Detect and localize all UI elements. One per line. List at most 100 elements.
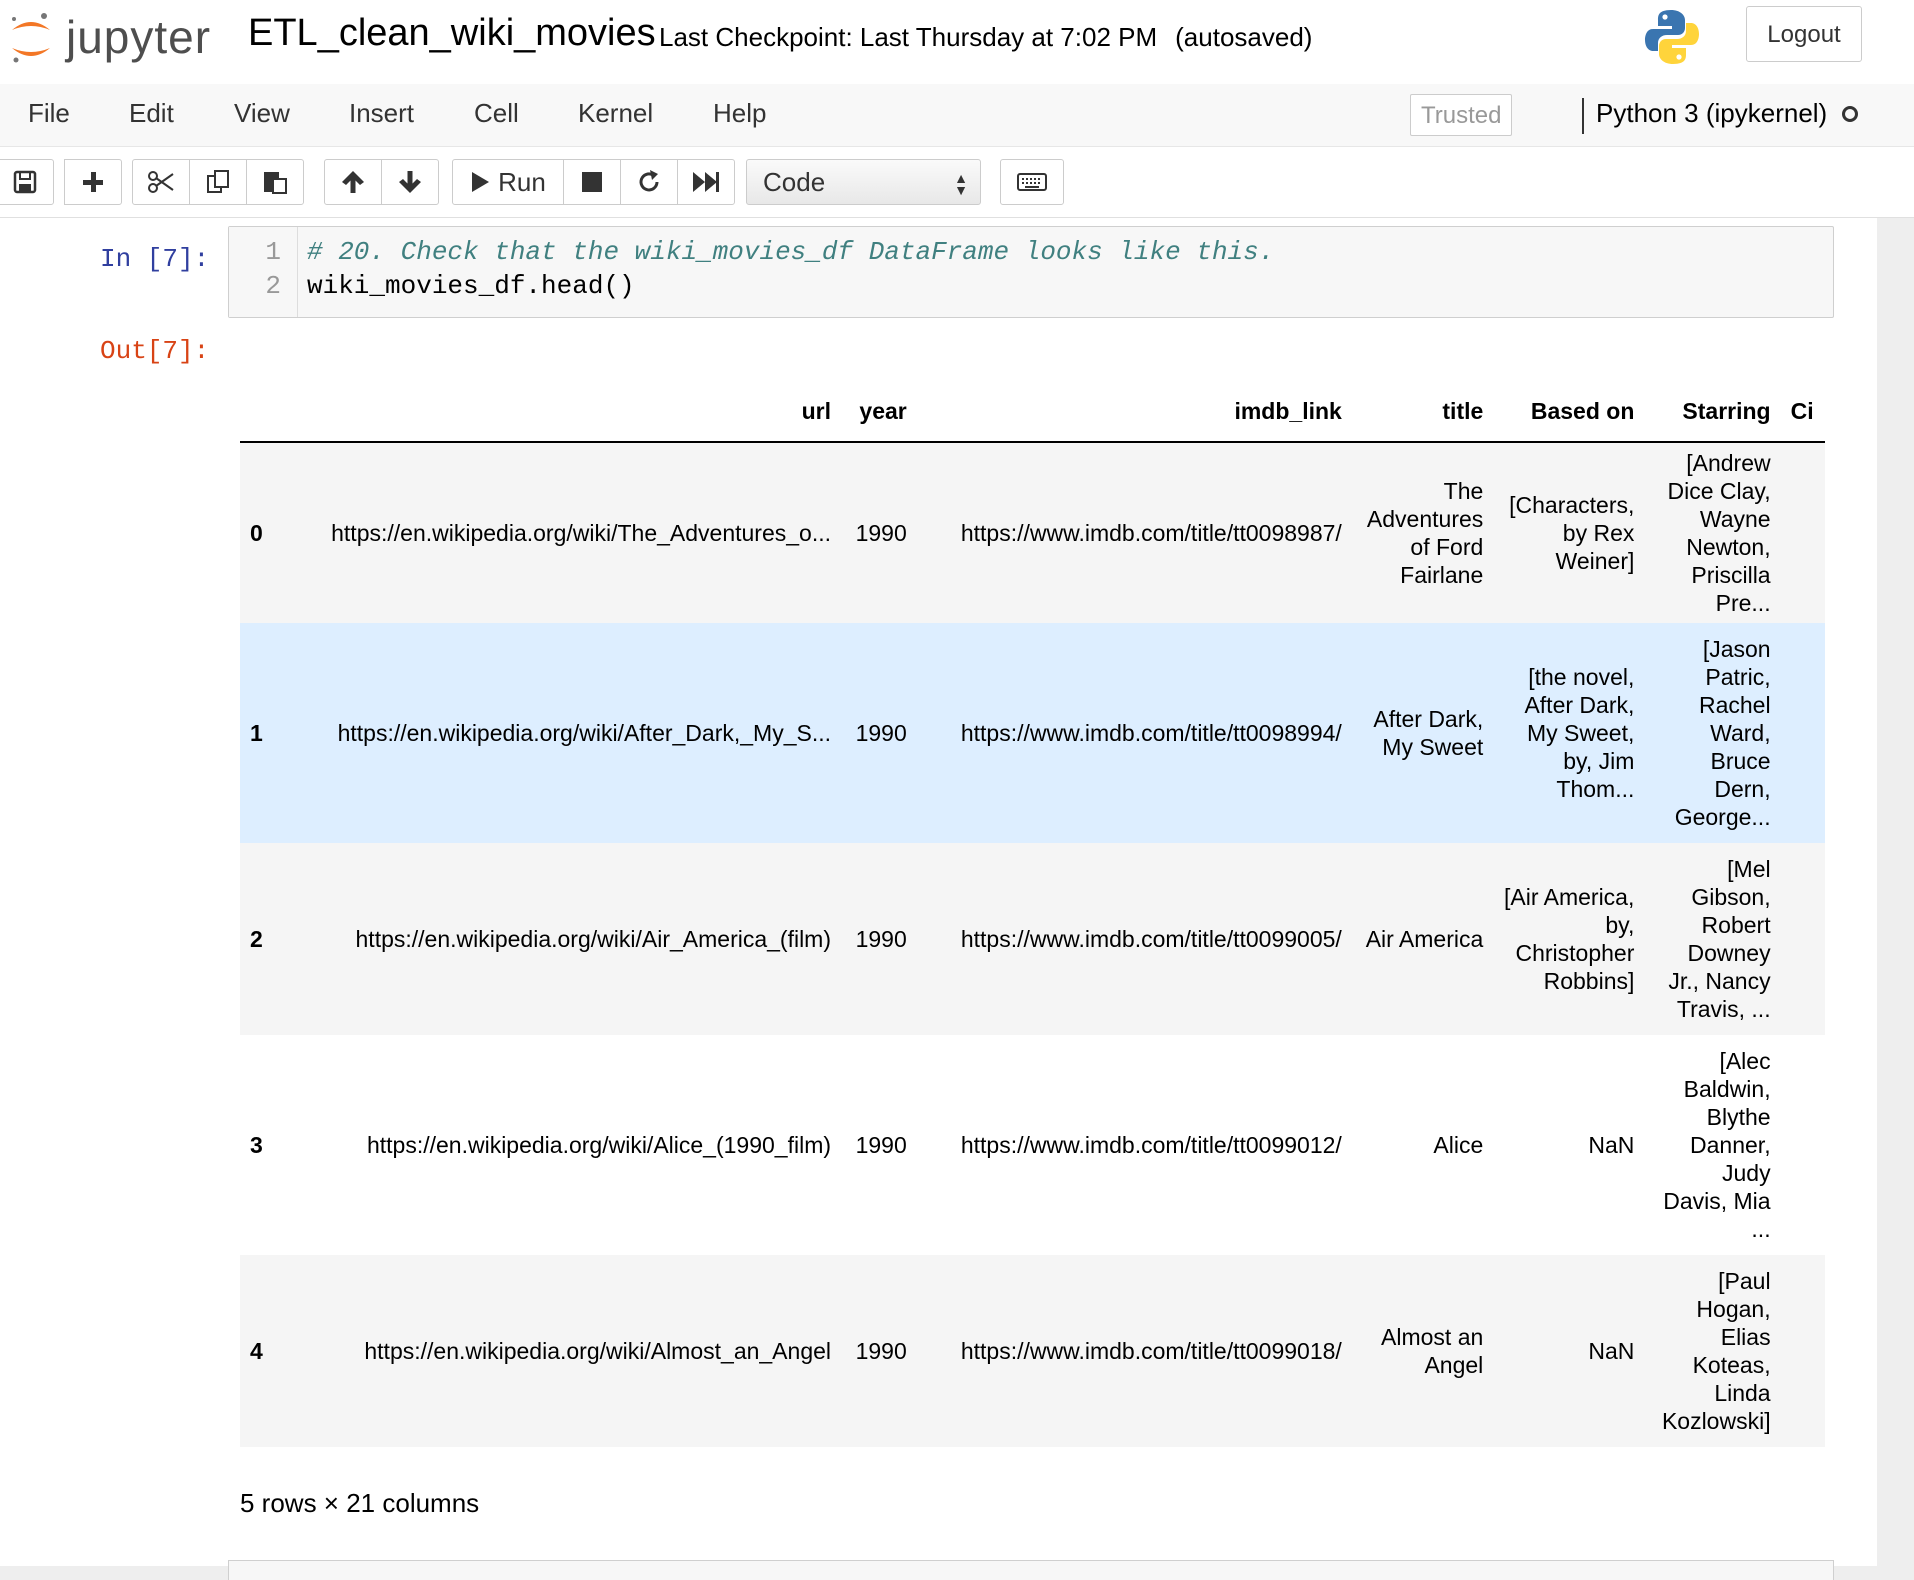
kernel-name[interactable]: Python 3 (ipykernel) bbox=[1596, 98, 1827, 129]
scissors-icon bbox=[148, 171, 174, 193]
cell-based-on: [Air America, by, Christopher Robbins] bbox=[1504, 884, 1635, 994]
table-header-row: url year imdb_link title Based on Starri… bbox=[240, 366, 1825, 443]
menu-file[interactable]: File bbox=[28, 98, 70, 129]
menu-kernel[interactable]: Kernel bbox=[578, 98, 653, 129]
save-group bbox=[0, 159, 54, 205]
scrollbar[interactable] bbox=[1877, 218, 1914, 1566]
move-group bbox=[324, 159, 439, 205]
table-row: 0 https://en.wikipedia.org/wiki/The_Adve… bbox=[240, 442, 1825, 623]
cell-type-select[interactable]: Code ▲ ▼ bbox=[746, 159, 981, 205]
cell-url: https://en.wikipedia.org/wiki/The_Advent… bbox=[331, 520, 832, 546]
restart-run-all-button[interactable] bbox=[677, 159, 735, 205]
logo-text: jupyter bbox=[66, 11, 212, 63]
cell-imdb-link: https://www.imdb.com/title/tt0099005/ bbox=[960, 926, 1342, 952]
header: jupyter ETL_clean_wiki_movies Last Check… bbox=[0, 0, 1914, 85]
run-label: Run bbox=[498, 166, 546, 197]
checkpoint-status: Last Checkpoint: Last Thursday at 7:02 P… bbox=[659, 22, 1312, 53]
cell-url: https://en.wikipedia.org/wiki/After_Dark… bbox=[337, 720, 832, 746]
trusted-indicator[interactable]: Trusted bbox=[1410, 94, 1513, 136]
insert-group bbox=[64, 159, 122, 205]
cell-starring: [Andrew Dice Clay, Wayne Newton, Priscil… bbox=[1667, 450, 1771, 616]
cell-starring: [Mel Gibson, Robert Downey Jr., Nancy Tr… bbox=[1668, 856, 1771, 1022]
cell-ci bbox=[1781, 1035, 1825, 1255]
logout-button[interactable]: Logout bbox=[1746, 6, 1862, 62]
column-header-title: title bbox=[1351, 366, 1494, 443]
dataframe-shape-summary: 5 rows × 21 columns bbox=[240, 1488, 480, 1518]
notebook-name[interactable]: ETL_clean_wiki_movies bbox=[248, 12, 656, 55]
line-number-gutter: 1 2 bbox=[229, 227, 298, 317]
next-cell[interactable] bbox=[228, 1560, 1834, 1580]
code-editor[interactable]: 1 2 # 20. Check that the wiki_movies_df … bbox=[228, 226, 1834, 318]
menubar: File Edit View Insert Cell Kernel Help T… bbox=[0, 84, 1914, 147]
cut-button[interactable] bbox=[132, 159, 190, 205]
cell-year: 1990 bbox=[855, 1338, 907, 1364]
cell-url: https://en.wikipedia.org/wiki/Air_Americ… bbox=[355, 926, 832, 952]
cell-ci bbox=[1781, 1255, 1825, 1447]
column-header-index bbox=[240, 366, 278, 443]
cell-ci bbox=[1781, 442, 1825, 623]
copy-button[interactable] bbox=[189, 159, 247, 205]
cell-ci bbox=[1781, 623, 1825, 843]
cell-ci bbox=[1781, 843, 1825, 1035]
cell-url: https://en.wikipedia.org/wiki/Almost_an_… bbox=[364, 1338, 832, 1364]
menu-view[interactable]: View bbox=[234, 98, 290, 129]
move-down-button[interactable] bbox=[381, 159, 439, 205]
cell-based-on: NaN bbox=[1588, 1338, 1635, 1364]
paste-icon bbox=[264, 172, 287, 194]
python-logo-icon bbox=[1645, 10, 1699, 64]
jupyter-logo-icon bbox=[12, 13, 50, 63]
column-header-year: year bbox=[841, 366, 917, 443]
output-prompt: Out[7]: bbox=[100, 336, 210, 366]
select-arrows-icon: ▲ ▼ bbox=[954, 170, 968, 198]
command-palette-button[interactable] bbox=[1000, 159, 1064, 205]
column-header-based-on: Based on bbox=[1493, 366, 1645, 443]
cell-year: 1990 bbox=[855, 926, 907, 952]
cell-based-on: NaN bbox=[1588, 1132, 1635, 1158]
save-button[interactable] bbox=[0, 159, 54, 205]
kernel-idle-icon bbox=[1842, 106, 1858, 122]
cell-imdb-link: https://www.imdb.com/title/tt0099018/ bbox=[960, 1338, 1342, 1364]
cell-starring: [Alec Baldwin, Blythe Danner, Judy Davis… bbox=[1663, 1048, 1771, 1242]
arrow-down-icon bbox=[399, 171, 421, 193]
jupyter-logo[interactable]: jupyter bbox=[8, 6, 228, 66]
column-header-url: url bbox=[277, 366, 842, 443]
move-up-button[interactable] bbox=[324, 159, 382, 205]
cell-title: Almost an Angel bbox=[1381, 1324, 1484, 1378]
dataframe-output: url year imdb_link title Based on Starri… bbox=[240, 366, 1825, 1458]
restart-button[interactable] bbox=[620, 159, 678, 205]
cell-starring: [Paul Hogan, Elias Koteas, Linda Kozlows… bbox=[1661, 1268, 1771, 1434]
table-row: 3 https://en.wikipedia.org/wiki/Alice_(1… bbox=[240, 1035, 1825, 1255]
menu-help[interactable]: Help bbox=[713, 98, 766, 129]
paste-button[interactable] bbox=[246, 159, 304, 205]
copy-icon bbox=[207, 170, 229, 193]
cell-imdb-link: https://www.imdb.com/title/tt0099012/ bbox=[960, 1132, 1342, 1158]
row-index: 1 bbox=[250, 720, 263, 746]
run-button[interactable]: Run bbox=[452, 159, 564, 205]
cell-title: After Dark, My Sweet bbox=[1373, 706, 1484, 760]
edit-group bbox=[132, 159, 304, 205]
row-index: 3 bbox=[250, 1132, 263, 1158]
cell-imdb-link: https://www.imdb.com/title/tt0098987/ bbox=[960, 520, 1342, 546]
row-index: 2 bbox=[250, 926, 263, 952]
line-number: 2 bbox=[265, 271, 281, 301]
play-icon bbox=[472, 172, 490, 192]
column-header-ci: Ci bbox=[1780, 366, 1825, 443]
cell-based-on: [Characters, by Rex Weiner] bbox=[1509, 492, 1635, 574]
stop-icon bbox=[582, 172, 602, 192]
insert-cell-button[interactable] bbox=[64, 159, 122, 205]
line-number: 1 bbox=[265, 237, 281, 267]
menu-insert[interactable]: Insert bbox=[349, 98, 414, 129]
column-header-starring: Starring bbox=[1644, 366, 1781, 443]
cell-year: 1990 bbox=[855, 520, 907, 546]
cell-title: Air America bbox=[1365, 926, 1484, 952]
menu-cell[interactable]: Cell bbox=[474, 98, 519, 129]
cell-year: 1990 bbox=[855, 720, 907, 746]
plus-icon bbox=[83, 172, 103, 192]
cell-type-value: Code bbox=[763, 167, 826, 197]
column-header-imdb-link: imdb_link bbox=[916, 366, 1352, 443]
keyboard-icon bbox=[1017, 173, 1047, 191]
dataframe-table: url year imdb_link title Based on Starri… bbox=[240, 366, 1825, 1447]
interrupt-button[interactable] bbox=[563, 159, 621, 205]
toolbar: Run Code ▲ ▼ bbox=[0, 147, 1914, 218]
menu-edit[interactable]: Edit bbox=[129, 98, 174, 129]
